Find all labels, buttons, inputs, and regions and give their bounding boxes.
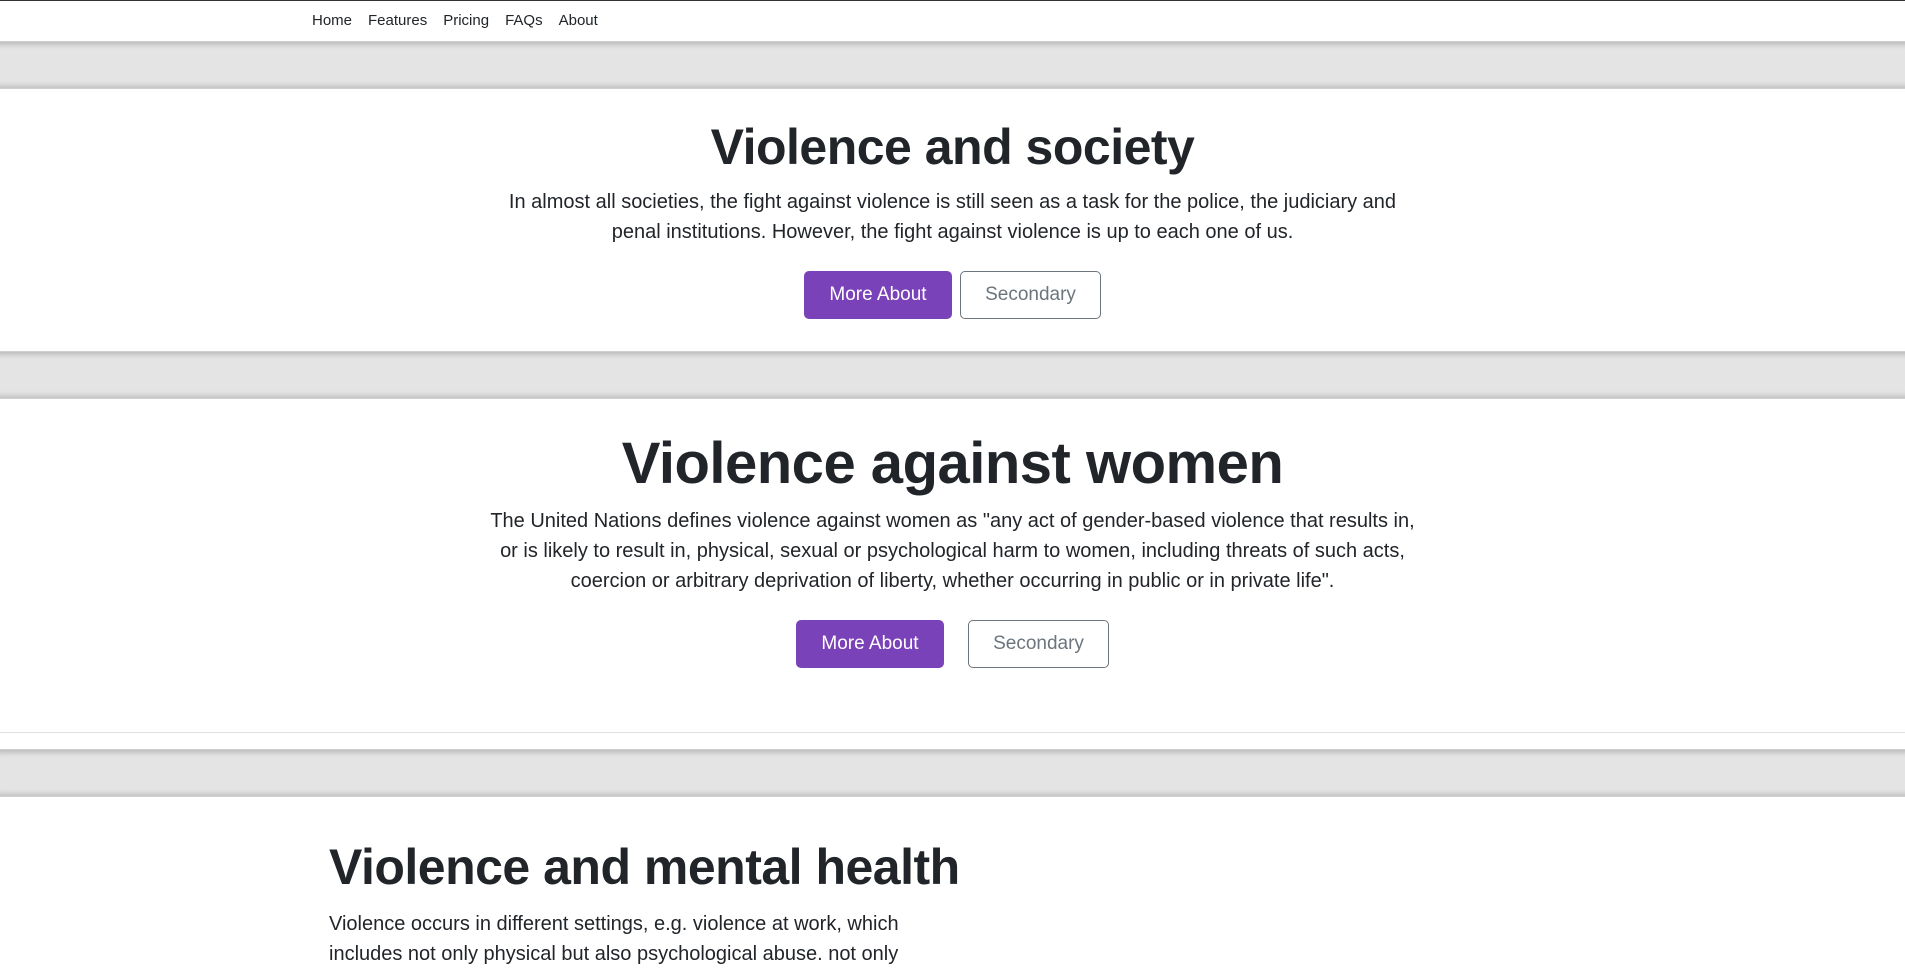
section-divider-3 <box>0 749 1905 797</box>
section-lead-women: The United Nations defines violence agai… <box>490 510 1415 592</box>
section-separator <box>0 732 1905 733</box>
section-title-mental-health: Violence and mental health <box>329 839 960 895</box>
section-title-society: Violence and society <box>710 119 1195 175</box>
more-about-button-women[interactable]: More About <box>796 620 944 668</box>
nav-item-faqs[interactable]: FAQs <box>505 12 543 29</box>
section-lead-mental-health: Violence occurs in different settings, e… <box>329 913 899 965</box>
nav-list: Home Features Pricing FAQs About <box>312 1 614 41</box>
more-about-button-society[interactable]: More About <box>804 271 952 319</box>
nav-item-home[interactable]: Home <box>312 12 352 29</box>
section-title-women: Violence against women <box>621 431 1284 496</box>
secondary-button-society[interactable]: Secondary <box>960 271 1101 319</box>
secondary-button-women[interactable]: Secondary <box>968 620 1109 668</box>
nav-item-features[interactable]: Features <box>368 12 427 29</box>
section-divider-2 <box>0 351 1905 399</box>
section-divider-1 <box>0 41 1905 89</box>
nav-item-pricing[interactable]: Pricing <box>443 12 489 29</box>
nav-item-about[interactable]: About <box>559 12 598 29</box>
section-lead-society: In almost all societies, the fight again… <box>508 191 1397 243</box>
navbar: Home Features Pricing FAQs About <box>0 1 1905 41</box>
